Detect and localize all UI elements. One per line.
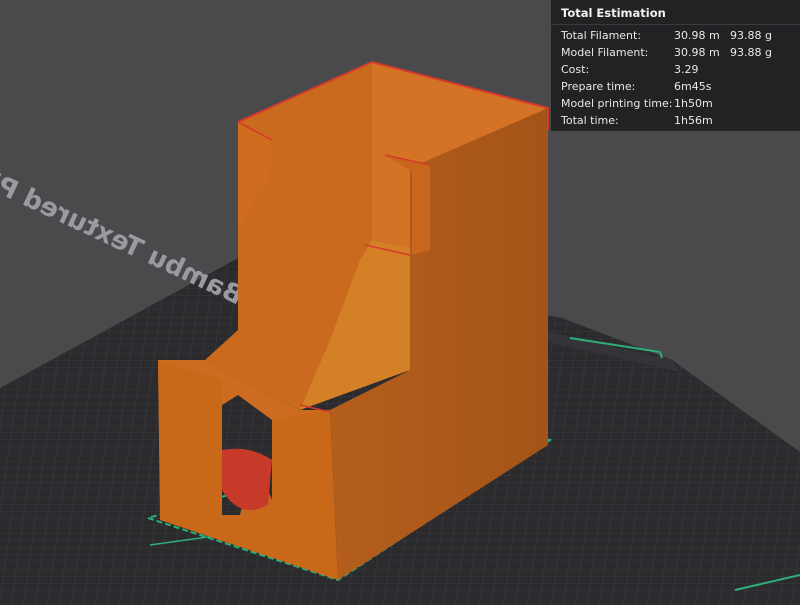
total-estimation-panel: Total Estimation Total Filament: 30.98 m… (551, 0, 800, 131)
row-length: 30.98 m (674, 29, 720, 42)
row-value: 3.29 (674, 63, 699, 76)
row-weight: 93.88 g (730, 29, 772, 42)
estimation-row: Cost: 3.29 (561, 61, 800, 78)
estimation-row: Prepare time: 6m45s (561, 78, 800, 95)
row-label: Total Filament: (561, 29, 642, 42)
estimation-row: Total time: 1h56m (561, 112, 800, 129)
row-weight: 93.88 g (730, 46, 772, 59)
row-value: 1h56m (674, 114, 713, 127)
estimation-row: Model printing time: 1h50m (561, 95, 800, 112)
row-length: 30.98 m (674, 46, 720, 59)
row-label: Cost: (561, 63, 590, 76)
row-label: Model Filament: (561, 46, 649, 59)
estimation-row: Total Filament: 30.98 m 93.88 g (561, 27, 800, 44)
row-label: Model printing time: (561, 97, 673, 110)
row-label: Prepare time: (561, 80, 636, 93)
bed-label: Bambu Textured PEI Plate (0, 124, 248, 312)
row-value: 6m45s (674, 80, 712, 93)
estimation-title: Total Estimation (551, 0, 800, 25)
row-value: 1h50m (674, 97, 713, 110)
row-label: Total time: (561, 114, 619, 127)
estimation-row: Model Filament: 30.98 m 93.88 g (561, 44, 800, 61)
